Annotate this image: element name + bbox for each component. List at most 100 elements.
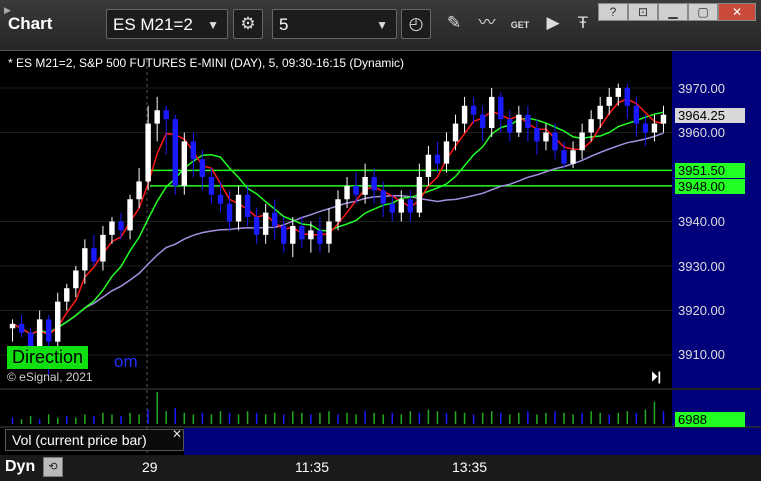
candle-body xyxy=(109,221,115,235)
dynamic-label: Dyn xyxy=(5,458,36,475)
clock-icon: ◴ xyxy=(408,14,424,33)
symbol-selector[interactable]: ES M21=2 ▼ xyxy=(106,9,228,39)
volume-study-label[interactable]: Vol (current price bar) xyxy=(5,429,184,451)
time-label: 11:35 xyxy=(295,459,329,475)
candle-body xyxy=(308,230,314,240)
candle-body xyxy=(362,177,368,195)
candle-body xyxy=(398,199,404,213)
candle-body xyxy=(615,88,621,97)
dynamic-toggle-icon[interactable]: ⟲ xyxy=(43,457,63,477)
candle-body xyxy=(82,248,88,271)
direction-tail: om xyxy=(114,352,138,371)
link-button[interactable]: ⊡ xyxy=(628,3,658,21)
candle-body xyxy=(479,114,486,129)
candle-body xyxy=(172,119,178,186)
chevron-down-icon: ▼ xyxy=(376,18,388,32)
text-tool-icon: Ŧ xyxy=(577,13,589,32)
candle-body xyxy=(452,123,459,142)
symbol-value: ES M21=2 xyxy=(113,15,193,34)
candle-body xyxy=(226,203,233,222)
candle-body xyxy=(190,141,197,160)
price-tick: 3930.00 xyxy=(678,259,725,274)
candle-body xyxy=(208,177,215,195)
candle-body xyxy=(335,199,341,222)
price-tick: 3910.00 xyxy=(678,347,725,362)
candle-body xyxy=(199,159,206,177)
chevron-down-icon: ▼ xyxy=(207,18,219,32)
candle-body xyxy=(235,194,242,222)
candle-body xyxy=(181,141,188,186)
text-tool-button[interactable]: Ŧ xyxy=(568,9,598,39)
chart-window: ▶ Chart ES M21=2 ▼ ⚙ 5 ▼ ◴ ✎ 〰 GET ▶ Ŧ ?… xyxy=(0,0,761,481)
close-study-icon[interactable]: ✕ xyxy=(172,427,182,441)
copyright: © eSignal, 2021 xyxy=(7,370,93,384)
link-icon: ⊡ xyxy=(637,5,649,19)
window-title: Chart xyxy=(8,14,53,33)
candle-body xyxy=(45,319,52,342)
candle-body xyxy=(651,123,658,133)
gear-icon: ⚙ xyxy=(240,14,256,33)
price-chart[interactable] xyxy=(0,51,761,481)
level-upper-tag: 3951.50 xyxy=(675,163,745,178)
pencil-icon: ✎ xyxy=(446,13,462,32)
candle-body xyxy=(73,270,79,289)
candle-body xyxy=(317,230,323,244)
candle-body xyxy=(543,132,549,142)
candle-body xyxy=(136,181,142,200)
interval-value: 5 xyxy=(279,15,289,34)
price-tick: 3940.00 xyxy=(678,214,725,229)
candle-body xyxy=(64,288,70,302)
candle-body xyxy=(579,132,585,151)
candle-body xyxy=(290,225,296,244)
last-price-tag: 3964.25 xyxy=(675,108,745,123)
candle-body xyxy=(154,110,160,124)
volume-label-strip xyxy=(184,428,761,455)
candle-body xyxy=(498,96,504,120)
candle-body xyxy=(407,199,414,213)
candle-body xyxy=(100,234,106,262)
candle-body xyxy=(299,225,305,240)
scroll-to-end-button[interactable]: ⏵| xyxy=(651,369,661,385)
candle-body xyxy=(163,110,169,120)
settings-gear-button[interactable]: ⚙ xyxy=(233,9,263,39)
candle-body xyxy=(516,114,522,133)
candle-body xyxy=(534,128,540,142)
candle-body xyxy=(27,332,34,347)
play-button[interactable]: ▶ xyxy=(538,9,568,39)
direction-label: Direction xyxy=(7,346,89,369)
candle-body xyxy=(371,177,377,191)
candle-body xyxy=(344,185,350,200)
time-template-button[interactable]: ◴ xyxy=(401,9,431,39)
get-data-button[interactable]: GET xyxy=(505,9,535,39)
candle-body xyxy=(443,141,450,164)
candle-body xyxy=(606,96,612,106)
candle-body xyxy=(552,132,558,151)
candle-body xyxy=(281,225,287,244)
candle-body xyxy=(525,114,531,129)
candle-body xyxy=(127,199,133,231)
candle-body xyxy=(118,221,124,231)
help-button[interactable]: ? xyxy=(598,3,628,21)
maximize-icon: ▢ xyxy=(697,5,709,19)
close-button[interactable]: ✕ xyxy=(718,3,756,21)
draw-tool-button[interactable]: ✎ xyxy=(439,9,469,39)
time-axis[interactable] xyxy=(0,455,761,481)
candle-body xyxy=(353,185,359,195)
interval-selector[interactable]: 5 ▼ xyxy=(272,9,397,39)
volume-value-tag: 6988 xyxy=(675,412,745,427)
candle-body xyxy=(389,203,395,213)
price-tick: 3920.00 xyxy=(678,303,725,318)
minimize-icon: ▁ xyxy=(668,5,678,19)
get-data-label: GET xyxy=(510,20,530,30)
studies-button[interactable]: 〰 xyxy=(472,9,502,39)
candle-body xyxy=(624,88,631,106)
candle-body xyxy=(272,212,278,226)
candle-body xyxy=(660,114,667,124)
minimize-button[interactable]: ▁ xyxy=(658,3,688,21)
maximize-button[interactable]: ▢ xyxy=(688,3,718,21)
time-label: 13:35 xyxy=(452,459,488,475)
candle-body xyxy=(9,323,16,329)
candle-body xyxy=(55,301,61,342)
candle-body xyxy=(145,123,151,182)
wave-icon: 〰 xyxy=(478,13,496,32)
